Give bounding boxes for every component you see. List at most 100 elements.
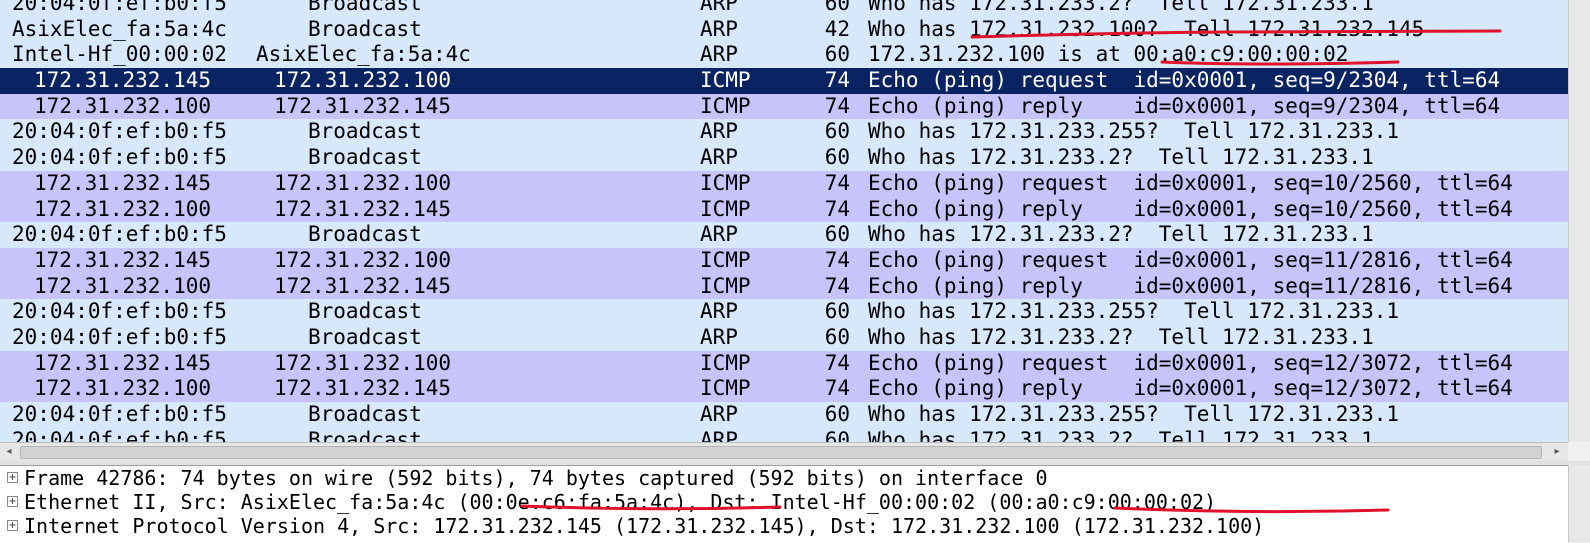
packet-row[interactable]: 20:04:0f:ef:b0:f5 Broadcast ARP 60 Who has 1… [0, 324, 1568, 351]
protocol-cell: ICMP [700, 68, 751, 93]
packet-row[interactable]: Intel-Hf_00:00:02 AsixElec_fa:5a:4c ARP 60 1… [0, 42, 1568, 69]
packet-row[interactable]: 20:04:0f:ef:b0:f5 Broadcast ARP 60 Who has 1… [0, 0, 1568, 17]
destination-cell: 172.31.232.100 [274, 350, 452, 375]
destination-cell: 172.31.232.145 [274, 93, 452, 118]
protocol-cell: ARP [700, 222, 738, 247]
length-cell: 74 [824, 247, 850, 272]
source-cell: Intel-Hf_00:00:02 [12, 42, 227, 67]
info-cell: Echo (ping) request id=0x0001, seq=9/230… [868, 68, 1501, 93]
packet-row[interactable]: 20:04:0f:ef:b0:f5 Broadcast ARP 60 Who has 1… [0, 145, 1568, 171]
length-cell: 74 [824, 350, 850, 375]
source-cell: 172.31.232.100 [34, 196, 212, 221]
length-cell: 60 [824, 427, 850, 442]
detail-line-ethernet[interactable]: + Ethernet II, Src: AsixElec_fa:5a:4c (0… [0, 490, 1568, 514]
packet-row[interactable]: 172.31.232.145 172.31.232.100 ICMP 74 Echo (… [0, 68, 1568, 94]
info-cell: 172.31.232.100 is at 00:a0:c9:00:00:02 [868, 42, 1349, 67]
packet-list-horizontal-scrollbar[interactable]: ◂ ▸ [0, 442, 1568, 462]
destination-cell: Broadcast [308, 402, 422, 426]
source-cell: 20:04:0f:ef:b0:f5 [12, 145, 227, 170]
packet-row[interactable]: 20:04:0f:ef:b0:f5 Broadcast ARP 60 Who has 1… [0, 427, 1568, 442]
source-cell: 172.31.232.145 [34, 247, 212, 272]
length-cell: 60 [824, 0, 850, 15]
destination-cell: AsixElec_fa:5a:4c [256, 42, 471, 67]
source-cell: 20:04:0f:ef:b0:f5 [12, 402, 227, 426]
length-cell: 74 [824, 68, 850, 93]
info-cell: Echo (ping) reply id=0x0001, seq=9/2304,… [868, 93, 1501, 118]
packet-row[interactable]: 172.31.232.145 172.31.232.100 ICMP 74 Echo (… [0, 350, 1568, 377]
packet-row[interactable]: 20:04:0f:ef:b0:f5 Broadcast ARP 60 Who has 1… [0, 299, 1568, 325]
packet-row[interactable]: 172.31.232.100 172.31.232.145 ICMP 74 Echo (… [0, 376, 1568, 402]
info-cell: Echo (ping) request id=0x0001, seq=10/25… [868, 170, 1513, 195]
info-cell: Who has 172.31.233.2? Tell 172.31.233.1 [868, 222, 1374, 247]
detail-text: Internet Protocol Version 4, Src: 172.31… [24, 514, 1265, 538]
destination-cell: Broadcast [308, 427, 422, 442]
protocol-cell: ARP [700, 324, 738, 349]
destination-cell: Broadcast [308, 145, 422, 170]
info-cell: Echo (ping) reply id=0x0001, seq=10/2560… [868, 196, 1513, 221]
packet-details-pane: + Frame 42786: 74 bytes on wire (592 bit… [0, 465, 1568, 543]
info-cell: Who has 172.31.233.2? Tell 172.31.233.1 [868, 324, 1374, 349]
source-cell: 20:04:0f:ef:b0:f5 [12, 299, 227, 324]
destination-cell: 172.31.232.145 [274, 196, 452, 221]
info-cell: Who has 172.31.233.2? Tell 172.31.233.1 [868, 0, 1374, 15]
protocol-cell: ICMP [700, 273, 751, 298]
destination-cell: Broadcast [308, 119, 422, 144]
length-cell: 74 [824, 196, 850, 221]
destination-cell: 172.31.232.100 [274, 68, 452, 93]
packet-row[interactable]: 172.31.232.100 172.31.232.145 ICMP 74 Echo (… [0, 196, 1568, 223]
source-cell: 172.31.232.100 [34, 376, 212, 401]
info-cell: Who has 172.31.233.2? Tell 172.31.233.1 [868, 427, 1374, 442]
packet-row[interactable]: 172.31.232.100 172.31.232.145 ICMP 74 Echo (… [0, 93, 1568, 120]
packet-row[interactable]: 20:04:0f:ef:b0:f5 Broadcast ARP 60 Who has 1… [0, 119, 1568, 146]
length-cell: 60 [824, 222, 850, 247]
destination-cell: Broadcast [308, 324, 422, 349]
source-cell: AsixElec_fa:5a:4c [12, 16, 227, 41]
destination-cell: 172.31.232.145 [274, 376, 452, 401]
destination-cell: 172.31.232.100 [274, 247, 452, 272]
packet-row[interactable]: 172.31.232.145 172.31.232.100 ICMP 74 Echo (… [0, 247, 1568, 274]
info-cell: Echo (ping) request id=0x0001, seq=12/30… [868, 350, 1513, 375]
scroll-right-arrow-icon[interactable]: ▸ [1550, 446, 1564, 458]
info-cell: Who has 172.31.233.2? Tell 172.31.233.1 [868, 145, 1374, 170]
detail-text: Frame 42786: 74 bytes on wire (592 bits)… [24, 466, 1048, 490]
protocol-cell: ARP [700, 16, 738, 41]
length-cell: 60 [824, 42, 850, 67]
detail-line-frame[interactable]: + Frame 42786: 74 bytes on wire (592 bit… [0, 466, 1568, 490]
packet-row[interactable]: 20:04:0f:ef:b0:f5 Broadcast ARP 60 Who has 1… [0, 402, 1568, 428]
protocol-cell: ICMP [700, 247, 751, 272]
length-cell: 74 [824, 170, 850, 195]
protocol-cell: ARP [700, 145, 738, 170]
source-cell: 172.31.232.100 [34, 93, 212, 118]
protocol-cell: ARP [700, 299, 738, 324]
info-cell: Who has 172.31.233.255? Tell 172.31.233.… [868, 119, 1400, 144]
destination-cell: Broadcast [308, 16, 422, 41]
destination-cell: Broadcast [308, 0, 422, 15]
scroll-left-arrow-icon[interactable]: ◂ [2, 446, 16, 458]
protocol-cell: ICMP [700, 376, 751, 401]
length-cell: 42 [824, 16, 850, 41]
source-cell: 20:04:0f:ef:b0:f5 [12, 222, 227, 247]
detail-text: Ethernet II, Src: AsixElec_fa:5a:4c (00:… [24, 490, 1217, 514]
expand-icon[interactable]: + [7, 520, 18, 531]
packet-row[interactable]: 20:04:0f:ef:b0:f5 Broadcast ARP 60 Who has 1… [0, 222, 1568, 248]
source-cell: 172.31.232.145 [34, 350, 212, 375]
source-cell: 172.31.232.100 [34, 273, 212, 298]
expand-icon[interactable]: + [7, 496, 18, 507]
destination-cell: 172.31.232.100 [274, 170, 452, 195]
packet-row[interactable]: AsixElec_fa:5a:4c Broadcast ARP 42 Who has 1… [0, 16, 1568, 43]
expand-icon[interactable]: + [7, 472, 18, 483]
protocol-cell: ICMP [700, 196, 751, 221]
horizontal-scroll-thumb[interactable] [20, 446, 1542, 459]
source-cell: 20:04:0f:ef:b0:f5 [12, 0, 227, 15]
packet-list-vertical-scrollbar[interactable] [1568, 0, 1590, 442]
info-cell: Echo (ping) reply id=0x0001, seq=12/3072… [868, 376, 1513, 401]
source-cell: 20:04:0f:ef:b0:f5 [12, 427, 227, 442]
detail-line-ipv4[interactable]: + Internet Protocol Version 4, Src: 172.… [0, 514, 1568, 538]
packet-rows: 20:04:0f:ef:b0:f5 Broadcast ARP 60 Who has 1… [0, 0, 1568, 442]
packet-row[interactable]: 172.31.232.145 172.31.232.100 ICMP 74 Echo (… [0, 170, 1568, 197]
protocol-cell: ICMP [700, 170, 751, 195]
packet-row[interactable]: 172.31.232.100 172.31.232.145 ICMP 74 Echo (… [0, 273, 1568, 300]
length-cell: 60 [824, 145, 850, 170]
details-vertical-scrollbar[interactable] [1568, 465, 1590, 542]
info-cell: Who has 172.31.233.255? Tell 172.31.233.… [868, 299, 1400, 324]
